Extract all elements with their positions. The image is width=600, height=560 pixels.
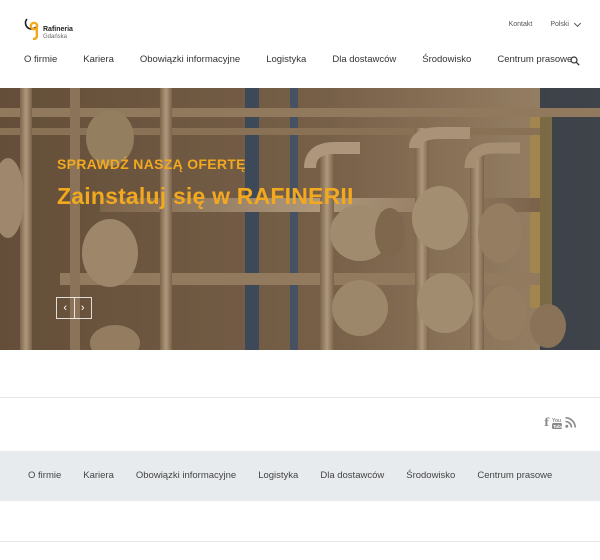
hero-subtitle: SPRAWDŹ NASZĄ OFERTĘ — [57, 156, 246, 172]
nav-item-dla-dostawcow[interactable]: Dla dostawców — [332, 54, 396, 65]
slider-next-button[interactable]: › — [75, 298, 92, 318]
nav-item-kariera[interactable]: Kariera — [83, 54, 114, 65]
nav-item-obowiazki[interactable]: Obowiązki informacyjne — [140, 54, 240, 65]
hero-title[interactable]: Zainstaluj się w RAFINERII — [57, 183, 354, 210]
slider-controls: ‹ › — [56, 297, 92, 319]
language-selector[interactable]: Polski — [550, 19, 582, 28]
divider — [0, 397, 600, 398]
footer-item-logistyka[interactable]: Logistyka — [258, 470, 298, 481]
nav-item-centrum-prasowe[interactable]: Centrum prasowe — [497, 54, 572, 65]
footer-item-srodowisko[interactable]: Środowisko — [406, 470, 455, 481]
footer-item-kariera[interactable]: Kariera — [83, 470, 114, 481]
footer-nav: O firmie Kariera Obowiązki informacyjne … — [0, 451, 600, 501]
search-icon[interactable] — [570, 56, 580, 66]
chevron-down-icon — [573, 19, 582, 27]
main-nav: O firmie Kariera Obowiązki informacyjne … — [24, 54, 598, 65]
language-label: Polski — [550, 21, 569, 28]
logo-name: Rafineria — [43, 26, 73, 33]
rss-icon[interactable] — [565, 417, 576, 428]
youtube-icon[interactable]: You Tube — [552, 417, 562, 429]
hero-slider: SPRAWDŹ NASZĄ OFERTĘ Zainstaluj się w RA… — [0, 88, 600, 350]
facebook-icon[interactable]: f — [544, 416, 549, 429]
top-links: Kontakt Polski — [509, 19, 582, 28]
site-header: Rafineria Gdańska Kontakt Polski O firmi… — [0, 0, 600, 88]
footer-item-o-firmie[interactable]: O firmie — [28, 470, 61, 481]
slider-prev-button[interactable]: ‹ — [57, 298, 75, 318]
footer-item-obowiazki[interactable]: Obowiązki informacyjne — [136, 470, 236, 481]
nav-item-srodowisko[interactable]: Środowisko — [422, 54, 471, 65]
logo-subtitle: Gdańska — [43, 34, 68, 40]
contact-link[interactable]: Kontakt — [509, 21, 533, 28]
nav-item-o-firmie[interactable]: O firmie — [24, 54, 57, 65]
svg-text:Tube: Tube — [553, 424, 562, 429]
logo[interactable]: Rafineria Gdańska — [24, 16, 73, 41]
footer-item-dla-dostawcow[interactable]: Dla dostawców — [320, 470, 384, 481]
footer-item-centrum-prasowe[interactable]: Centrum prasowe — [477, 470, 552, 481]
nav-item-logistyka[interactable]: Logistyka — [266, 54, 306, 65]
logo-mark-icon — [24, 18, 39, 40]
page: Rafineria Gdańska Kontakt Polski O firmi… — [0, 0, 600, 560]
social-links: f You Tube — [544, 416, 576, 429]
divider — [0, 541, 600, 542]
